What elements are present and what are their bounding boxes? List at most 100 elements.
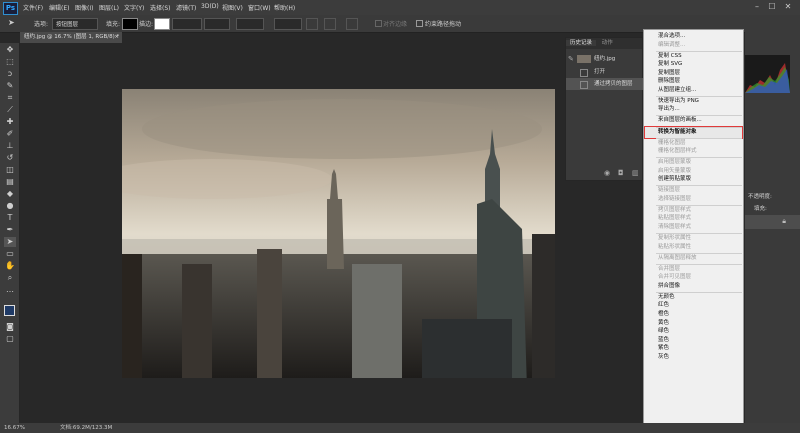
stamp-tool-icon[interactable]: ⊥ — [4, 141, 16, 151]
context-menu-item: 合并可见图层 — [658, 274, 692, 281]
context-menu-item[interactable]: 来自图层的画板... — [658, 117, 702, 124]
foreground-color-swatch[interactable] — [4, 305, 15, 316]
context-menu-item: 从隔离图层释放 — [658, 254, 697, 261]
height-field[interactable] — [274, 18, 302, 30]
context-menu-item[interactable]: 红色 — [658, 302, 669, 309]
blur-tool-icon[interactable]: ◆ — [4, 189, 16, 199]
quick-mask-icon[interactable]: ◙ — [4, 322, 16, 332]
healing-tool-icon[interactable]: ✚ — [4, 117, 16, 127]
stroke-swatch[interactable] — [154, 18, 170, 30]
history-item[interactable]: 打开 — [566, 66, 644, 78]
fill-percent-label: 填充: — [754, 206, 767, 212]
context-menu-item[interactable]: 复制图层 — [658, 70, 680, 77]
crop-tool-icon[interactable]: ⌗ — [4, 93, 16, 103]
history-snapshot[interactable]: ✎ 纽约.jpg — [566, 53, 644, 65]
menu-image[interactable]: 图像(I) — [75, 3, 93, 12]
menu-select[interactable]: 选择(S) — [150, 3, 171, 12]
nyc-skyline-photo — [122, 89, 555, 378]
new-document-from-state-icon[interactable]: ◉ — [604, 169, 610, 177]
brush-tool-icon[interactable]: ✐ — [4, 129, 16, 139]
context-menu-item[interactable]: 从图层建立组... — [658, 87, 696, 94]
menu-layer[interactable]: 图层(L) — [99, 3, 119, 12]
context-menu-item: 清除图层样式 — [658, 224, 692, 230]
context-menu-item[interactable]: 转换为智能对象 — [658, 129, 697, 136]
lasso-tool-icon[interactable]: ↄ — [4, 69, 16, 79]
context-menu-item[interactable]: 紫色 — [658, 345, 669, 352]
tab-actions[interactable]: 动作 — [598, 40, 617, 46]
shape-tool-icon[interactable]: ▭ — [4, 249, 16, 259]
menu-separator — [656, 233, 742, 235]
screen-mode-icon[interactable]: ▢ — [4, 334, 16, 344]
marquee-tool-icon[interactable]: ⬚ — [4, 57, 16, 67]
context-menu-item[interactable]: 创建剪贴蒙版 — [658, 176, 691, 183]
context-menu-item[interactable]: 橙色 — [658, 311, 669, 318]
eraser-tool-icon[interactable]: ◫ — [4, 165, 16, 175]
menu-help[interactable]: 帮助(H) — [274, 3, 295, 12]
select-label: 选项: — [34, 21, 49, 28]
stroke-type-dropdown[interactable] — [204, 18, 230, 30]
context-menu-item[interactable]: 绿色 — [658, 328, 669, 335]
move-tool-icon[interactable]: ✥ — [4, 45, 16, 55]
type-tool-icon[interactable]: T — [4, 213, 16, 223]
context-menu-item[interactable]: 蓝色 — [658, 337, 669, 344]
maximize-button[interactable]: ☐ — [767, 2, 777, 12]
menu-type[interactable]: 文字(Y) — [124, 3, 144, 12]
context-menu-item[interactable]: 黄色 — [658, 320, 669, 327]
menu-filter[interactable]: 滤镜(T) — [176, 3, 196, 12]
zoom-tool-icon[interactable]: ⌕ — [4, 273, 16, 283]
context-menu-item[interactable]: 拼合图像 — [658, 283, 680, 290]
context-menu-item: 选择链接图层 — [658, 195, 692, 202]
context-menu-item[interactable]: 删除图层 — [658, 78, 680, 85]
stroke-width-field[interactable] — [172, 18, 202, 30]
minimize-button[interactable]: – — [752, 2, 762, 12]
more-tools-icon[interactable]: … — [4, 285, 16, 295]
document-image[interactable] — [122, 89, 555, 378]
path-ops-icon[interactable] — [306, 18, 318, 30]
move-tool-icon[interactable]: ➤ — [8, 18, 15, 27]
select-dropdown[interactable]: 按钮图层 — [52, 18, 98, 30]
gradient-tool-icon[interactable]: ▤ — [4, 177, 16, 187]
layer-row-selected[interactable]: 🔒︎ — [745, 215, 800, 229]
context-menu-item[interactable]: 混合选项... — [658, 33, 685, 40]
context-menu-item[interactable]: 导出为... — [658, 106, 680, 113]
context-menu-item[interactable]: 灰色 — [658, 354, 669, 361]
context-menu-item: 拷贝图层样式 — [658, 206, 692, 213]
quick-select-tool-icon[interactable]: ✎ — [4, 81, 16, 91]
pen-tool-icon[interactable]: ✒ — [4, 225, 16, 235]
constrain-path-checkbox[interactable] — [416, 20, 423, 27]
fill-swatch[interactable] — [122, 18, 138, 30]
context-menu-item[interactable]: 复制 SVG — [658, 61, 682, 68]
menu-edit[interactable]: 编辑(E) — [49, 3, 69, 12]
menu-separator — [656, 252, 742, 254]
menu-separator — [656, 50, 742, 52]
context-menu-item[interactable]: 复制 CSS — [658, 53, 682, 60]
menu-view[interactable]: 视图(V) — [222, 3, 243, 12]
close-button[interactable]: ✕ — [783, 2, 793, 12]
path-arrange-icon[interactable] — [346, 18, 358, 30]
context-menu-item[interactable]: 无颜色 — [658, 294, 675, 301]
eyedropper-tool-icon[interactable]: ⟋ — [4, 105, 16, 115]
trash-icon[interactable]: ▥ — [632, 169, 639, 177]
context-menu-item[interactable]: 快速导出为 PNG — [658, 98, 699, 105]
dodge-tool-icon[interactable]: ● — [4, 201, 16, 211]
document-tab-close-icon[interactable]: × — [114, 32, 119, 43]
tab-history[interactable]: 历史记录 — [566, 40, 597, 46]
path-select-tool-icon[interactable]: ➤ — [4, 237, 16, 247]
menu-3d[interactable]: 3D(D) — [201, 3, 219, 10]
lock-icon: 🔒︎ — [782, 217, 786, 225]
menu-file[interactable]: 文件(F) — [23, 3, 43, 12]
context-menu-item: 粘贴形状属性 — [658, 243, 692, 250]
zoom-level[interactable]: 16.67% — [4, 423, 25, 433]
hand-tool-icon[interactable]: ✋ — [4, 261, 16, 271]
opacity-label: 不透明度: — [748, 194, 772, 200]
document-tab[interactable]: 纽约.jpg @ 16.7% (图层 1, RGB/8) * × — [20, 32, 122, 43]
history-brush-tool-icon[interactable]: ↺ — [4, 153, 16, 163]
document-tab-title: 纽约.jpg @ 16.7% (图层 1, RGB/8) * — [24, 34, 120, 40]
path-align-icon[interactable] — [324, 18, 336, 30]
camera-snapshot-icon[interactable]: ◘ — [618, 169, 624, 177]
width-field[interactable] — [236, 18, 264, 30]
history-item-selected[interactable]: 通过拷贝的图层 — [566, 78, 644, 90]
align-edges-checkbox[interactable] — [375, 20, 382, 27]
context-menu-item: 启用矢量蒙版 — [658, 167, 692, 174]
menu-window[interactable]: 窗口(W) — [248, 3, 271, 12]
